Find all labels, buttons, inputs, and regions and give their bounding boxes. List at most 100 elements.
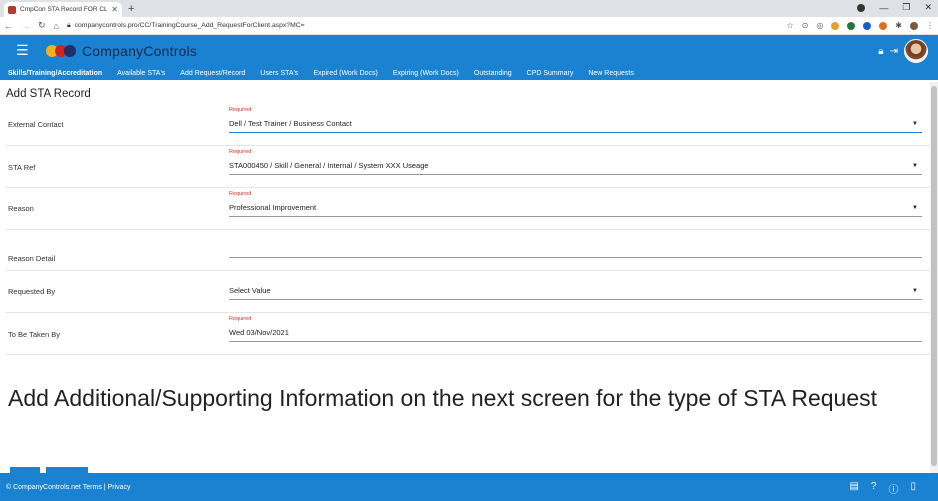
field-value: STA000450 / Skill / General / Internal /… bbox=[229, 161, 429, 170]
dropdown-caret-icon[interactable]: ▼ bbox=[912, 121, 918, 127]
chat-icon[interactable]: ▤ bbox=[849, 481, 858, 496]
info-icon[interactable]: ⓘ bbox=[888, 481, 898, 496]
field-underline bbox=[229, 216, 922, 217]
extension-icon[interactable] bbox=[847, 21, 856, 30]
extension-icon[interactable]: ◎ bbox=[816, 21, 823, 30]
required-label: Required bbox=[229, 107, 252, 113]
nav-item-users[interactable]: Users STA's bbox=[260, 70, 298, 77]
main-content: Add STA Record External Contact Required… bbox=[0, 88, 938, 412]
footer-icons: ▤ ? ⓘ ▯ bbox=[849, 481, 916, 496]
address-bar[interactable]: 🔒︎ companycontrols.pro/CC/TrainingCourse… bbox=[67, 22, 778, 30]
browser-tab-strip: CmpCon STA Record FOR CLIENT ✕ + — ❐ ✕ bbox=[0, 0, 938, 17]
footer-terms-link[interactable]: Terms bbox=[83, 484, 102, 491]
window-controls: — ❐ ✕ bbox=[857, 2, 932, 13]
brand-name: CompanyControls bbox=[82, 42, 198, 59]
close-tab-icon[interactable]: ✕ bbox=[111, 5, 118, 14]
favicon-icon bbox=[8, 5, 16, 14]
back-icon[interactable]: ← bbox=[4, 21, 13, 31]
reload-icon[interactable]: ↻ bbox=[38, 20, 46, 31]
extension-icon[interactable]: ⊙ bbox=[802, 21, 809, 30]
field-value: Professional Improvement bbox=[229, 203, 317, 212]
field-value: Select Value bbox=[229, 286, 271, 295]
lock-icon[interactable]: 🔒︎ bbox=[878, 46, 883, 57]
required-label: Required bbox=[229, 191, 252, 197]
form-row-reason-detail: Reason Detail bbox=[6, 230, 932, 271]
profile-icon[interactable] bbox=[910, 21, 918, 30]
logout-icon[interactable]: ⇥ bbox=[890, 46, 898, 57]
requested-by-select[interactable]: Select Value ▼ bbox=[229, 271, 932, 312]
mobile-icon[interactable]: ▯ bbox=[910, 481, 916, 496]
app-header: ☰ CompanyControls 🔒︎ ⇥ bbox=[0, 35, 938, 66]
puzzle-icon[interactable]: ✱ bbox=[895, 21, 902, 30]
star-icon[interactable]: ☆ bbox=[786, 21, 793, 30]
page-scrollbar[interactable] bbox=[930, 82, 938, 473]
nav-item-available[interactable]: Available STA's bbox=[117, 70, 165, 77]
lock-icon: 🔒︎ bbox=[66, 21, 71, 29]
footer-copyright: © CompanyControls.net bbox=[6, 483, 81, 491]
field-underline bbox=[229, 257, 922, 258]
footer-privacy-link[interactable]: Privacy bbox=[108, 484, 131, 491]
extension-icon[interactable] bbox=[879, 21, 888, 30]
form-row-to-be-taken-by: To Be Taken By Required Wed 03/Nov/2021 bbox=[6, 313, 932, 355]
field-label: Requested By bbox=[8, 287, 56, 296]
info-message: Add Additional/Supporting Information on… bbox=[8, 385, 878, 411]
to-be-taken-by-date-input[interactable]: Required Wed 03/Nov/2021 bbox=[229, 313, 932, 354]
reason-select[interactable]: Required Professional Improvement ▼ bbox=[229, 188, 932, 229]
help-icon[interactable]: ? bbox=[871, 481, 877, 496]
new-tab-icon[interactable]: + bbox=[128, 2, 134, 17]
extension-icon[interactable] bbox=[863, 21, 872, 30]
scrollbar-thumb[interactable] bbox=[931, 86, 937, 466]
field-label: Reason Detail bbox=[8, 253, 56, 263]
app-footer: © CompanyControls.net Terms | Privacy ▤ … bbox=[0, 473, 938, 501]
form-row-sta-ref: STA Ref Required STA000450 / Skill / Gen… bbox=[6, 146, 932, 188]
close-window-icon[interactable]: ✕ bbox=[924, 2, 932, 13]
form-row-requested-by: Requested By Select Value ▼ bbox=[6, 271, 932, 313]
nav-item-expired[interactable]: Expired (Work Docs) bbox=[313, 70, 377, 77]
nav-item-add-request[interactable]: Add Request/Record bbox=[180, 70, 245, 77]
dropdown-caret-icon[interactable]: ▼ bbox=[912, 205, 918, 211]
field-value: Wed 03/Nov/2021 bbox=[229, 328, 289, 337]
field-underline bbox=[229, 341, 922, 342]
logo-circle-icon bbox=[64, 44, 76, 57]
form-row-external-contact: External Contact Required Dell / Test Tr… bbox=[6, 104, 932, 146]
avatar[interactable] bbox=[904, 39, 928, 63]
browser-toolbar: ← → ↻ ⌂ 🔒︎ companycontrols.pro/CC/Traini… bbox=[0, 17, 938, 35]
extension-icon[interactable] bbox=[831, 21, 840, 30]
nav-item-cpd[interactable]: CPD Summary bbox=[527, 70, 574, 77]
page-title: Add STA Record bbox=[6, 88, 91, 100]
record-icon[interactable] bbox=[857, 3, 866, 12]
forward-icon[interactable]: → bbox=[21, 21, 30, 31]
field-label: STA Ref bbox=[8, 163, 36, 172]
browser-tab-title: CmpCon STA Record FOR CLIENT bbox=[20, 6, 108, 13]
field-underline bbox=[229, 174, 922, 175]
home-icon[interactable]: ⌂ bbox=[54, 21, 59, 31]
field-label: To Be Taken By bbox=[8, 330, 60, 339]
nav-item-skills[interactable]: Skills/Training/Accreditation bbox=[8, 70, 102, 77]
footer-separator: | bbox=[103, 483, 106, 491]
main-nav: Skills/Training/Accreditation Available … bbox=[0, 66, 938, 80]
app-logo[interactable]: CompanyControls bbox=[46, 43, 197, 59]
required-label: Required bbox=[229, 149, 252, 155]
field-underline bbox=[229, 299, 922, 300]
sta-ref-select[interactable]: Required STA000450 / Skill / General / I… bbox=[229, 146, 932, 187]
minimize-icon[interactable]: — bbox=[879, 3, 888, 13]
header-actions: 🔒︎ ⇥ bbox=[878, 39, 928, 63]
menu-kebab-icon[interactable]: ⋮ bbox=[926, 21, 934, 30]
reason-detail-input[interactable] bbox=[229, 230, 932, 270]
external-contact-select[interactable]: Required Dell / Test Trainer / Business … bbox=[229, 104, 932, 145]
required-label: Required bbox=[229, 316, 252, 322]
browser-tab[interactable]: CmpCon STA Record FOR CLIENT ✕ bbox=[4, 2, 122, 17]
form-row-reason: Reason Required Professional Improvement… bbox=[6, 188, 932, 230]
field-label: External Contact bbox=[8, 120, 64, 129]
nav-item-expiring[interactable]: Expiring (Work Docs) bbox=[393, 70, 459, 77]
hamburger-menu-icon[interactable]: ☰ bbox=[16, 42, 46, 59]
nav-item-outstanding[interactable]: Outstanding bbox=[474, 70, 512, 77]
field-underline bbox=[229, 132, 922, 133]
dropdown-caret-icon[interactable]: ▼ bbox=[912, 163, 918, 169]
extensions: ☆ ⊙ ◎ ✱ ⋮ bbox=[786, 21, 934, 30]
nav-item-new-requests[interactable]: New Requests bbox=[588, 70, 634, 77]
field-label: Reason bbox=[8, 204, 34, 213]
restore-icon[interactable]: ❐ bbox=[902, 2, 910, 13]
field-value: Dell / Test Trainer / Business Contact bbox=[229, 119, 352, 128]
dropdown-caret-icon[interactable]: ▼ bbox=[912, 288, 918, 294]
